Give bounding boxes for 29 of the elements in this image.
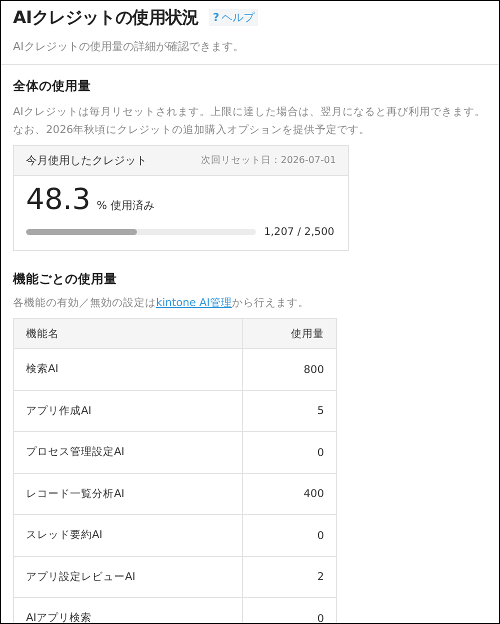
table-cell: 400 <box>242 473 336 514</box>
table-cell: 2 <box>242 556 336 598</box>
section-heading: 機能ごとの使用量 <box>13 271 118 288</box>
admin-link[interactable]: kintone AI管理 <box>156 296 232 309</box>
table-cell: 検索AI <box>14 348 242 390</box>
table-cell: 0 <box>242 432 336 473</box>
note-text: AIクレジットは毎月リセットされます。上限に達した場合は、翌月になると再び利用できます。 <box>13 104 486 120</box>
table-cell: アプリ作成AI <box>14 390 242 432</box>
table-cell: 800 <box>242 348 336 390</box>
table-cell: スレッド要約AI <box>14 514 242 556</box>
credit-count: 1,207 / 2,500 <box>264 226 334 238</box>
page-title: AIクレジットの使用状況 <box>13 6 199 28</box>
page-subtitle: AIクレジットの使用量の詳細が確認できます。 <box>13 39 245 55</box>
table-cell: 5 <box>242 390 336 432</box>
help-link[interactable]: ? ヘルプ <box>208 8 258 26</box>
column-header: 機能名 <box>14 318 242 348</box>
reset-date: 次回リセット日：2026-07-01 <box>200 154 336 167</box>
table-cell: プロセス管理設定AI <box>14 432 242 473</box>
percent-label: % 使用済み <box>96 198 155 213</box>
table-cell: 0 <box>242 514 336 556</box>
table-cell: アプリ設定レビューAI <box>14 556 242 598</box>
table-cell: AIアプリ検索 <box>14 598 242 623</box>
card-title: 今月使用したクレジット <box>26 153 147 168</box>
note-text: なお、2026年秋頃にクレジットの追加購入オプションを提供予定です。 <box>13 122 372 138</box>
column-header: 使用量 <box>242 318 336 348</box>
table-cell: レコード一覧分析AI <box>14 473 242 514</box>
settings-description: 各機能の有効／無効の設定は kintone AI管理から行えます。 <box>13 296 310 310</box>
section-heading: 全体の使用量 <box>13 78 92 95</box>
usage-percent: 48.3 <box>26 182 91 216</box>
